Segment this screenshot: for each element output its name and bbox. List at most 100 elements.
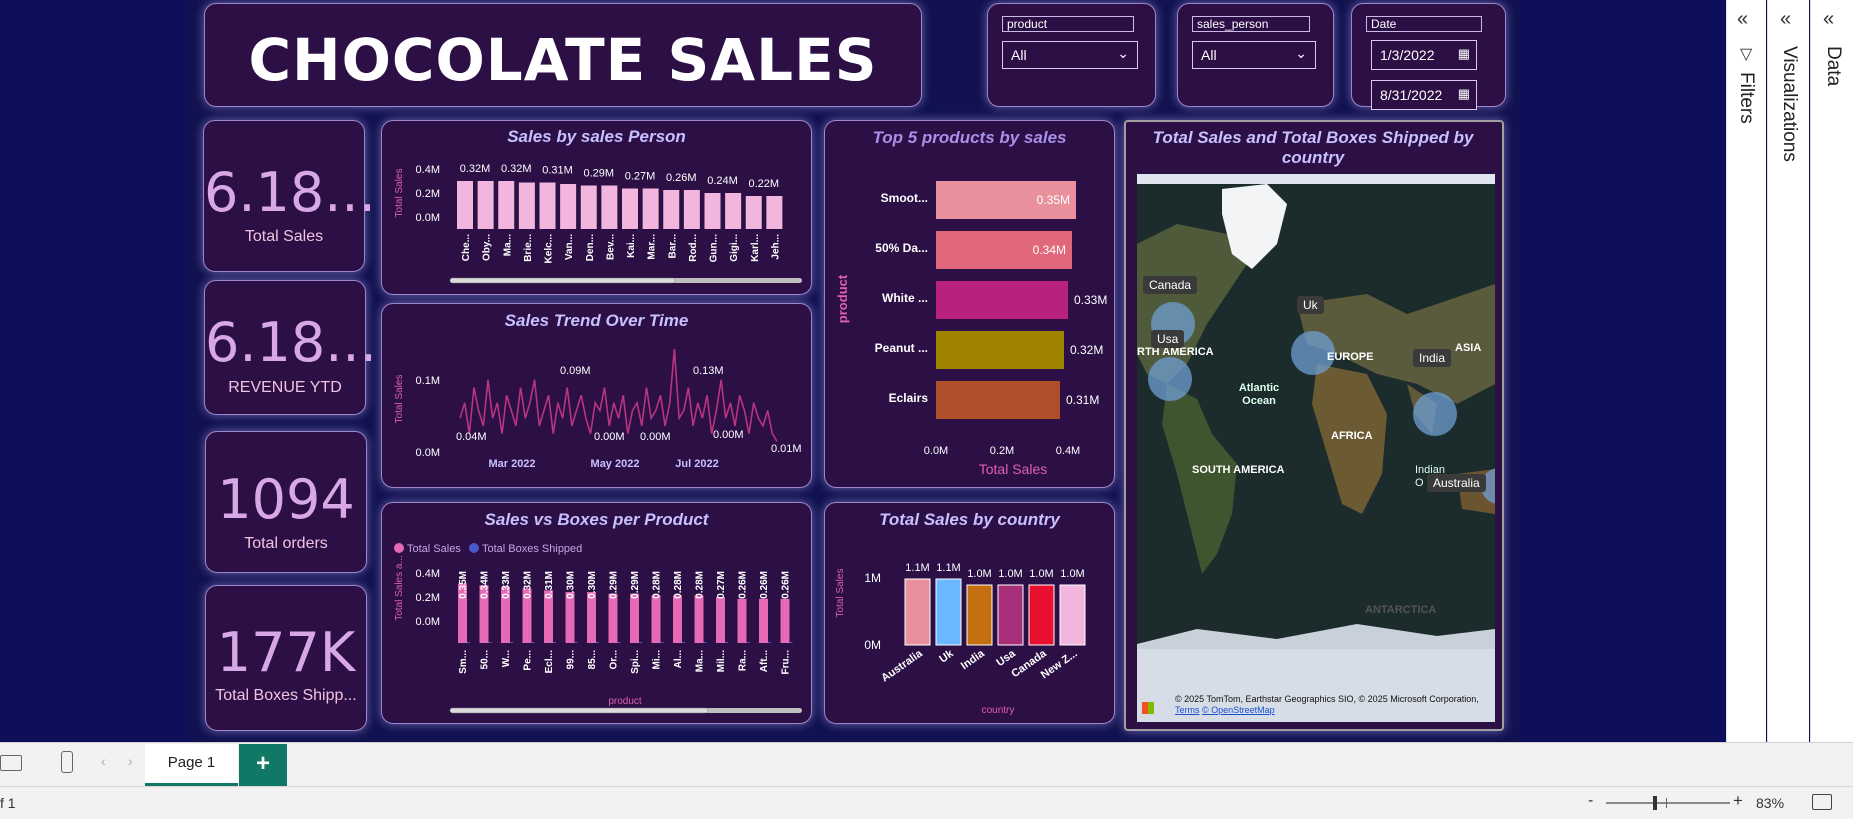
data-label: 0.31M	[544, 571, 555, 599]
end-date-value: 8/31/2022	[1380, 87, 1443, 103]
data-label: 0.31M	[542, 165, 573, 177]
world-map[interactable]: RTH AMERICA EUROPE ASIA Atlantic Ocean A…	[1137, 174, 1495, 722]
microsoft-logo-icon	[1142, 702, 1154, 714]
map-copyright: © 2025 TomTom, Earthstar Geographics SIO…	[1175, 694, 1485, 716]
next-page-icon[interactable]: ›	[128, 753, 133, 769]
bar	[477, 181, 494, 229]
data-label: 0.26M	[759, 571, 770, 599]
slicer-label: sales_person	[1192, 16, 1310, 32]
bar	[663, 190, 680, 229]
x-tick-label: Oby...	[482, 234, 493, 261]
terms-link[interactable]: Terms	[1175, 705, 1200, 715]
legend-label: Total Boxes Shipped	[482, 543, 582, 555]
kpi-card-total-sales: 6.18... Total Sales	[203, 120, 376, 272]
y-axis-label: product	[835, 274, 850, 323]
bubble-india[interactable]	[1413, 392, 1457, 436]
fit-to-page-icon[interactable]	[1812, 794, 1832, 810]
x-tick-label: Mar...	[647, 234, 658, 260]
x-tick-label: W...	[501, 650, 512, 667]
zoom-slider-thumb[interactable]	[1653, 796, 1657, 810]
collapse-chevrons-icon[interactable]: «	[1823, 8, 1834, 31]
end-date-input[interactable]: 8/31/2022 ▦	[1371, 80, 1477, 110]
sales-trend-chart[interactable]: Sales Trend Over Time Total Sales 0.1M 0.0…	[381, 303, 812, 488]
calendar-icon[interactable]: ▦	[1458, 46, 1470, 62]
kpi-label: Total Sales	[244, 228, 324, 245]
x-tick-label: Or...	[609, 650, 620, 670]
date-slicer[interactable]: Date 1/3/2022 ▦ 8/31/2022 ▦	[1351, 3, 1506, 110]
top5-products-chart[interactable]: Top 5 products by sales product Smoot... 0…	[824, 120, 1115, 488]
y-axis-label: Total Sales	[394, 375, 405, 424]
kpi-label: Total Boxes Shipp...	[215, 687, 357, 704]
collapse-chevrons-icon[interactable]: «	[1737, 8, 1748, 31]
prev-page-icon[interactable]: ‹	[101, 753, 106, 769]
bar	[694, 595, 704, 643]
x-tick-label: Sm...	[458, 650, 469, 674]
product-dropdown[interactable]: All ⌄	[1002, 41, 1138, 69]
data-label: 0.33M	[1074, 293, 1107, 307]
collapse-chevrons-icon[interactable]: «	[1780, 8, 1791, 31]
x-tick-label: Gun...	[709, 234, 720, 263]
sales-by-country-chart[interactable]: Total Sales by country Total Sales 1M 0M 1.…	[824, 502, 1115, 724]
x-tick-label: 50...	[480, 650, 491, 670]
top5-svg: product Smoot... 0.35M 50% Da... 0.34M White …	[835, 181, 1107, 477]
sales-person-dropdown[interactable]: All ⌄	[1192, 41, 1316, 69]
data-label: 0.13M	[693, 365, 724, 377]
filters-pane-label[interactable]: Filters	[1735, 72, 1757, 124]
bar	[904, 578, 931, 646]
chevron-down-icon: ⌄	[1295, 45, 1307, 61]
data-label: 0.29M	[630, 571, 641, 599]
data-label: 0.27M	[625, 171, 656, 183]
x-tick-label: May 2022	[591, 458, 640, 470]
filters-pane[interactable]: « ▽ Filters	[1726, 0, 1766, 742]
map-country-label: Uk	[1297, 296, 1324, 314]
bubble-usa[interactable]	[1148, 357, 1192, 401]
sales-trend-svg: Total Sales 0.1M 0.0M 0.04M 0.09M 0.00M 0.00M 0…	[394, 348, 802, 470]
bar	[780, 598, 790, 643]
kpi-card-total-orders: 1094 Total orders	[205, 431, 367, 573]
map-region-label: EUROPE	[1327, 351, 1374, 363]
sales-person-slicer[interactable]: sales_person All ⌄	[1177, 3, 1334, 107]
data-label: 0.35M	[458, 571, 469, 599]
zoom-in-button[interactable]: +	[1733, 791, 1743, 811]
sales-vs-boxes-chart[interactable]: Sales vs Boxes per Product Total Sales To…	[381, 502, 812, 724]
add-page-button[interactable]: +	[239, 744, 287, 786]
slicer-label: product	[1002, 16, 1134, 32]
calendar-icon[interactable]: ▦	[1458, 86, 1470, 102]
osm-link[interactable]: © OpenStreetMap	[1202, 705, 1275, 715]
data-label: 1.0M	[967, 568, 991, 580]
start-date-input[interactable]: 1/3/2022 ▦	[1371, 40, 1477, 70]
data-label: 0.00M	[594, 431, 625, 443]
mobile-layout-icon[interactable]	[61, 751, 73, 773]
data-label: 0.32M	[1070, 343, 1103, 357]
x-axis-label: product	[608, 696, 642, 707]
y-tick-label: 0.0M	[416, 212, 440, 224]
status-bar: f 1 - + 83%	[0, 786, 1853, 819]
bar	[966, 584, 993, 646]
map-country-label: Canada	[1143, 276, 1198, 294]
y-axis-label: Total Sales a...	[394, 555, 405, 621]
visualizations-pane[interactable]: « Visualizations	[1767, 0, 1809, 742]
sales-vs-boxes-svg: Total Sales Total Boxes Shipped Total Sale…	[394, 543, 802, 714]
y-tick-label: Eclairs	[889, 391, 929, 405]
zoom-slider[interactable]	[1606, 796, 1730, 810]
desktop-layout-icon[interactable]	[0, 755, 22, 771]
visualizations-pane-label[interactable]: Visualizations	[1778, 46, 1800, 162]
y-tick-label: 0.1M	[416, 375, 440, 387]
map-card[interactable]: Total Sales and Total Boxes Shipped by c…	[1124, 120, 1504, 731]
x-tick-label: Mi...	[652, 650, 663, 670]
bar-boxes	[467, 642, 470, 643]
sales-by-person-chart[interactable]: Sales by sales Person Total Sales 0.4M 0.2…	[381, 120, 812, 295]
page-tab-page-1[interactable]: Page 1	[145, 744, 238, 786]
zoom-level[interactable]: 83%	[1756, 795, 1784, 811]
x-tick-label: Australia	[879, 647, 925, 684]
chart-title: Total Sales and Total Boxes Shipped by c…	[1152, 128, 1474, 167]
data-label: 0.32M	[460, 163, 491, 175]
zoom-out-button[interactable]: -	[1588, 792, 1593, 810]
x-tick-label: Al...	[673, 650, 684, 669]
data-pane[interactable]: « Data	[1810, 0, 1853, 742]
bar-boxes	[510, 642, 513, 643]
data-pane-label[interactable]: Data	[1822, 46, 1844, 86]
data-label: 0.26M	[666, 172, 697, 184]
product-slicer[interactable]: product All ⌄	[987, 3, 1156, 107]
bar-boxes	[660, 642, 664, 643]
